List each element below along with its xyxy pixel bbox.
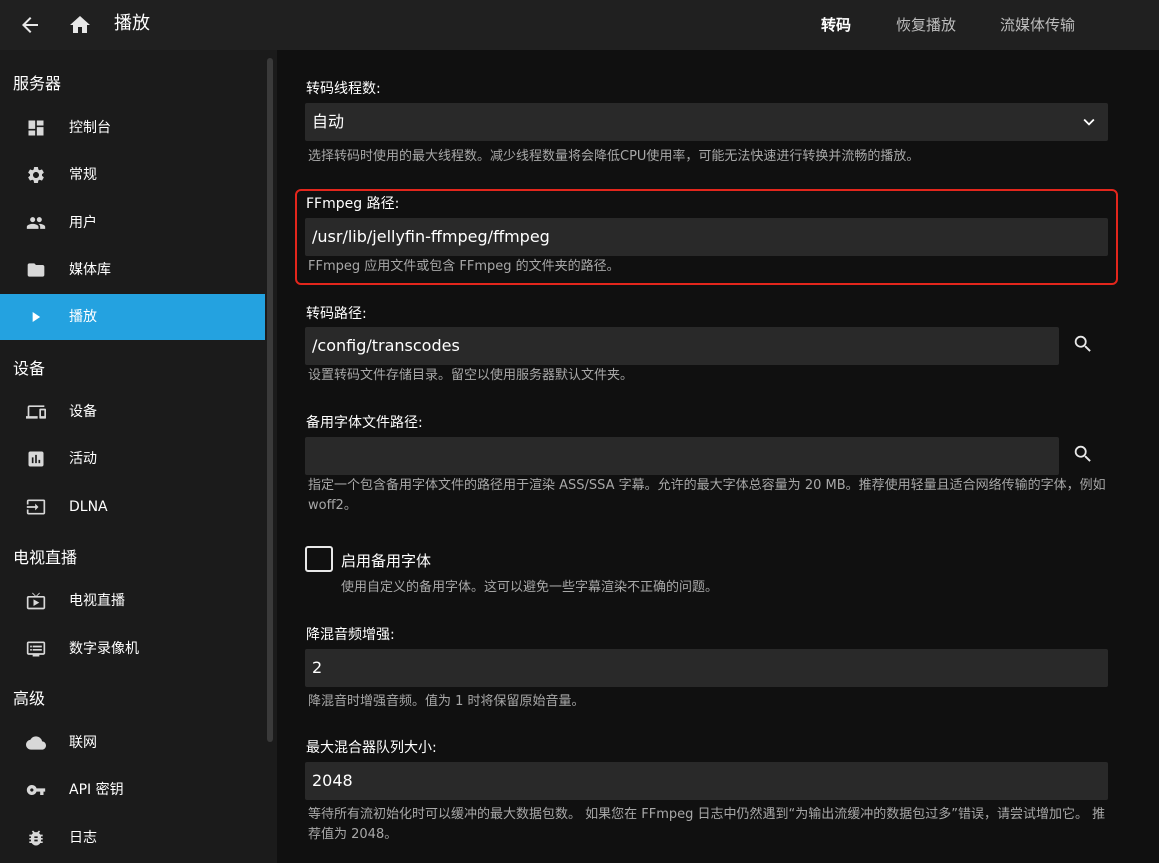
sidebar-item-activity[interactable]: 活动	[0, 436, 265, 482]
transcode-path-browse-button[interactable]	[1067, 328, 1099, 360]
sidebar-item-label: 日志	[69, 830, 97, 846]
tab-transcoding[interactable]: 转码	[821, 15, 851, 35]
threads-select[interactable]: 自动	[305, 103, 1108, 141]
live-tv-icon	[26, 591, 46, 611]
sidebar-item-playback[interactable]: 播放	[0, 294, 265, 340]
sidebar-scrollbar-thumb[interactable]	[267, 58, 273, 742]
transcode-path-label: 转码路径:	[306, 306, 367, 322]
sidebar-item-logs[interactable]: 日志	[0, 815, 265, 861]
back-button[interactable]	[10, 5, 50, 45]
dashboard-icon	[26, 118, 46, 138]
bug-icon	[26, 828, 46, 848]
ffmpeg-path-value: /usr/lib/jellyfin-ffmpeg/ffmpeg	[312, 227, 550, 246]
fallback-font-path-description: 指定一个包含备用字体文件的路径用于渲染 ASS/SSA 字幕。允许的最大字体总容…	[308, 478, 1106, 513]
downmix-boost-description: 降混音时增强音频。值为 1 时将保留原始音量。	[308, 694, 585, 709]
transcode-path-value: /config/transcodes	[312, 336, 460, 355]
home-icon	[70, 16, 90, 33]
max-muxing-queue-description: 等待所有流初始化时可以缓冲的最大数据包数。 如果您在 FFmpeg 日志中仍然遇…	[308, 807, 1106, 842]
arrow-back-icon	[22, 17, 38, 33]
threads-label: 转码线程数:	[306, 81, 381, 97]
folder-icon	[26, 260, 46, 280]
sidebar-item-dlna[interactable]: DLNA	[0, 484, 265, 530]
fallback-font-browse-button[interactable]	[1067, 438, 1099, 470]
sidebar-item-label: 媒体库	[69, 262, 111, 278]
sidebar-item-label: 播放	[69, 309, 97, 325]
transcode-path-input[interactable]: /config/transcodes	[305, 327, 1059, 365]
transcoding-form: 转码线程数: 自动 选择转码时使用的最大线程数。减少线程数量将会降低CPU使用率…	[277, 50, 1159, 863]
max-muxing-queue-label: 最大混合器队列大小:	[306, 740, 437, 756]
max-muxing-queue-input[interactable]: 2048	[305, 762, 1108, 800]
ffmpeg-path-input[interactable]: /usr/lib/jellyfin-ffmpeg/ffmpeg	[305, 218, 1108, 256]
sidebar-item-label: 电视直播	[69, 593, 125, 609]
input-icon	[26, 497, 46, 517]
max-muxing-queue-value: 2048	[312, 771, 353, 790]
threads-description: 选择转码时使用的最大线程数。减少线程数量将会降低CPU使用率，可能无法快速进行转…	[308, 149, 920, 164]
key-icon	[26, 780, 46, 800]
enable-fallback-font-label[interactable]: 启用备用字体	[341, 551, 431, 571]
search-icon	[1074, 445, 1091, 462]
sidebar-heading-live-tv: 电视直播	[13, 548, 78, 567]
chart-icon	[26, 449, 46, 469]
sidebar-item-libraries[interactable]: 媒体库	[0, 247, 265, 293]
enable-fallback-font-description: 使用自定义的备用字体。这可以避免一些字幕渲染不正确的问题。	[341, 580, 719, 595]
search-icon	[1074, 335, 1091, 352]
sidebar-item-label: 用户	[69, 215, 97, 231]
gear-icon	[26, 165, 46, 185]
tab-streaming[interactable]: 流媒体传输	[1000, 15, 1075, 35]
sidebar-item-label: 数字录像机	[69, 641, 139, 657]
sidebar-item-label: 活动	[69, 451, 97, 467]
home-button[interactable]	[60, 5, 100, 45]
downmix-boost-value: 2	[312, 658, 323, 677]
fallback-font-path-label: 备用字体文件路径:	[306, 415, 423, 431]
fallback-font-path-input[interactable]	[305, 437, 1059, 475]
transcode-path-description: 设置转码文件存储目录。留空以使用服务器默认文件夹。	[308, 368, 634, 383]
sidebar-item-general[interactable]: 常规	[0, 152, 265, 198]
sidebar-item-dvr[interactable]: 数字录像机	[0, 626, 265, 672]
sidebar-item-label: API 密钥	[69, 782, 124, 798]
sidebar-heading-advanced: 高级	[13, 689, 46, 708]
sidebar-heading-devices: 设备	[13, 359, 46, 378]
sidebar-heading-server: 服务器	[13, 74, 62, 93]
ffmpeg-path-label: FFmpeg 路径:	[306, 196, 400, 212]
people-icon	[26, 213, 46, 233]
enable-fallback-font-checkbox[interactable]	[305, 546, 333, 572]
sidebar-item-label: 联网	[69, 735, 97, 751]
devices-icon	[26, 402, 46, 422]
downmix-boost-label: 降混音频增强:	[306, 627, 395, 643]
threads-select-value: 自动	[312, 112, 345, 131]
tab-resume[interactable]: 恢复播放	[896, 15, 956, 35]
sidebar-item-label: 设备	[69, 404, 97, 420]
app-header: 播放 转码 恢复播放 流媒体传输	[0, 0, 1159, 50]
cloud-icon	[26, 733, 46, 753]
sidebar-item-users[interactable]: 用户	[0, 200, 265, 246]
sidebar-item-api-keys[interactable]: API 密钥	[0, 767, 265, 813]
sidebar-item-dashboard[interactable]: 控制台	[0, 105, 265, 151]
sidebar-item-label: 常规	[69, 167, 97, 183]
page-title: 播放	[114, 13, 150, 34]
sidebar-item-live-tv[interactable]: 电视直播	[0, 578, 265, 624]
sidebar-item-networking[interactable]: 联网	[0, 720, 265, 766]
sidebar-item-devices[interactable]: 设备	[0, 389, 265, 435]
play-icon	[26, 307, 46, 327]
sidebar-item-label: DLNA	[69, 499, 108, 515]
sidebar-item-label: 控制台	[69, 120, 111, 136]
sidebar: 服务器 控制台 常规 用户 媒体库 播放 设备 设备 活动 DLNA 电视直播 …	[0, 50, 265, 863]
dvr-icon	[26, 639, 46, 659]
downmix-boost-input[interactable]: 2	[305, 649, 1108, 687]
chevron-down-icon	[1078, 111, 1100, 133]
ffmpeg-path-description: FFmpeg 应用文件或包含 FFmpeg 的文件夹的路径。	[308, 259, 620, 274]
